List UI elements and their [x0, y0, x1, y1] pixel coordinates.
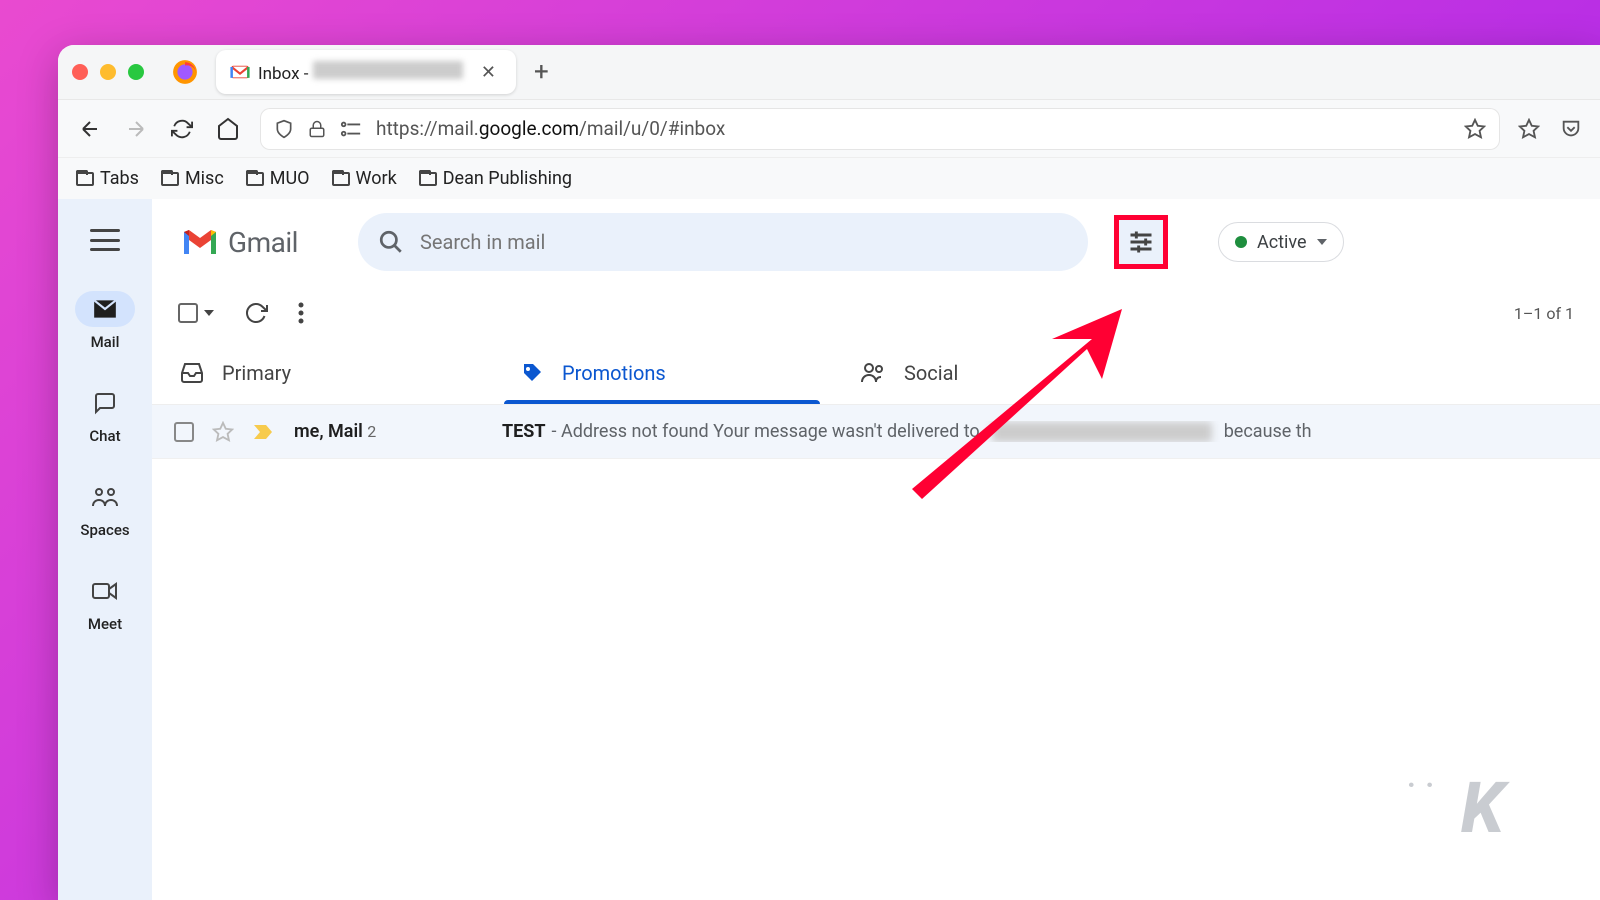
- reload-button[interactable]: [168, 115, 196, 143]
- pagination-label: 1–1 of 1: [1514, 304, 1574, 323]
- bookmarks-bar: Tabs Misc MUO Work Dean Publishing: [58, 157, 1600, 199]
- browser-window: Inbox - ✕ + https://mail.google.com/mail…: [58, 45, 1600, 900]
- mail-icon: [92, 298, 118, 320]
- tab-close-button[interactable]: ✕: [475, 60, 502, 85]
- chevron-down-icon: [1317, 239, 1327, 245]
- home-button[interactable]: [214, 115, 242, 143]
- message-row[interactable]: me, Mail 2 TEST - Address not found Your…: [152, 405, 1600, 459]
- chevron-down-icon: [204, 310, 214, 316]
- folder-icon: [332, 172, 350, 186]
- gmail-main: Gmail Active: [152, 199, 1600, 900]
- search-icon: [378, 229, 404, 255]
- folder-icon: [76, 172, 94, 186]
- more-button[interactable]: [298, 301, 304, 325]
- left-rail: Mail Chat Spaces Meet: [58, 199, 152, 900]
- maximize-window-button[interactable]: [128, 64, 144, 80]
- pocket-icon[interactable]: [1560, 118, 1582, 140]
- folder-icon: [161, 172, 179, 186]
- chat-icon: [93, 391, 117, 415]
- select-all-checkbox[interactable]: [178, 303, 214, 323]
- firefox-icon: [172, 59, 198, 85]
- star-icon[interactable]: [212, 421, 234, 443]
- watermark: K: [1407, 768, 1500, 850]
- folder-icon: [246, 172, 264, 186]
- folder-icon: [419, 172, 437, 186]
- redacted-text: [992, 422, 1212, 442]
- tab-primary[interactable]: Primary: [152, 341, 492, 404]
- gmail-header: Gmail Active: [152, 199, 1600, 285]
- search-bar[interactable]: [358, 213, 1088, 271]
- tag-icon: [520, 361, 544, 385]
- gmail-wordmark: Gmail: [228, 226, 298, 259]
- bookmark-folder[interactable]: MUO: [246, 168, 310, 189]
- bookmark-folder[interactable]: Dean Publishing: [419, 168, 572, 189]
- rail-item-chat[interactable]: Chat: [70, 385, 140, 445]
- bookmark-folder[interactable]: Work: [332, 168, 397, 189]
- list-toolbar: 1–1 of 1: [152, 285, 1600, 341]
- tab-title: Inbox -: [258, 61, 463, 84]
- tab-social[interactable]: Social: [832, 341, 1172, 404]
- importance-icon[interactable]: [252, 423, 276, 441]
- rail-item-meet[interactable]: Meet: [70, 573, 140, 633]
- bookmark-folder[interactable]: Tabs: [76, 168, 139, 189]
- category-tabs: Primary Promotions Social: [152, 341, 1600, 405]
- inbox-icon: [180, 361, 204, 385]
- gmail-logo-icon: [180, 226, 220, 258]
- minimize-window-button[interactable]: [100, 64, 116, 80]
- spaces-icon: [91, 486, 119, 508]
- shield-icon: [274, 118, 294, 140]
- redacted-text: [313, 61, 463, 79]
- search-options-button[interactable]: [1114, 215, 1168, 269]
- bookmark-folder[interactable]: Misc: [161, 168, 224, 189]
- address-bar[interactable]: https://mail.google.com/mail/u/0/#inbox: [260, 108, 1500, 150]
- url-text: https://mail.google.com/mail/u/0/#inbox: [376, 117, 725, 140]
- tab-promotions[interactable]: Promotions: [492, 341, 832, 404]
- browser-toolbar: https://mail.google.com/mail/u/0/#inbox: [58, 99, 1600, 157]
- message-subject: TEST - Address not found Your message wa…: [502, 421, 1578, 442]
- people-icon: [860, 361, 886, 385]
- lock-icon: [308, 119, 326, 139]
- main-menu-button[interactable]: [90, 229, 120, 251]
- refresh-button[interactable]: [244, 301, 268, 325]
- forward-button[interactable]: [122, 115, 150, 143]
- gmail-favicon-icon: [230, 62, 250, 82]
- message-sender: me, Mail 2: [294, 421, 484, 442]
- titlebar: Inbox - ✕ +: [58, 45, 1600, 99]
- gmail-app: Mail Chat Spaces Meet Gmail: [58, 199, 1600, 900]
- window-controls: [72, 64, 144, 80]
- rail-item-spaces[interactable]: Spaces: [70, 479, 140, 539]
- meet-icon: [92, 581, 118, 601]
- tune-icon: [1127, 228, 1155, 256]
- back-button[interactable]: [76, 115, 104, 143]
- bookmark-star-icon[interactable]: [1464, 118, 1486, 140]
- browser-tab[interactable]: Inbox - ✕: [216, 50, 516, 94]
- rail-item-mail[interactable]: Mail: [70, 291, 140, 351]
- status-indicator-icon: [1235, 236, 1247, 248]
- gmail-logo[interactable]: Gmail: [180, 226, 298, 259]
- new-tab-button[interactable]: +: [534, 57, 549, 87]
- permissions-icon: [340, 120, 362, 138]
- status-chip[interactable]: Active: [1218, 222, 1344, 262]
- search-input[interactable]: [420, 230, 1068, 254]
- message-checkbox[interactable]: [174, 422, 194, 442]
- close-window-button[interactable]: [72, 64, 88, 80]
- extensions-icon[interactable]: [1518, 118, 1540, 140]
